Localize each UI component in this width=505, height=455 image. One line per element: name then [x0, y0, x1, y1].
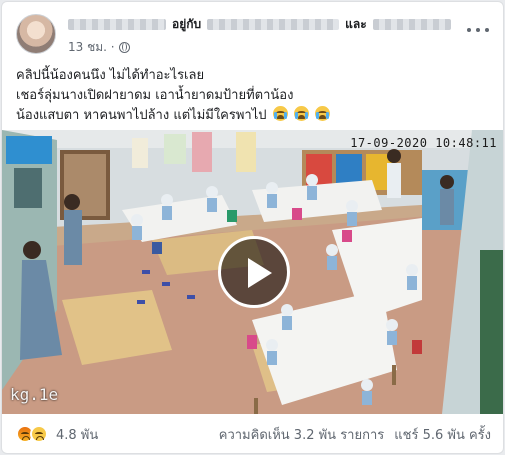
crying-face-emoji-icon: [314, 106, 330, 121]
reaction-count: 4.8 พัน: [56, 427, 99, 443]
post-footer: 4.8 พัน ความคิดเห็น 3.2 พัน รายการ แชร์ …: [2, 414, 503, 453]
sad-reaction-icon: [30, 425, 48, 443]
play-button[interactable]: [218, 236, 290, 308]
post-timestamp: 13 ชม. ·: [68, 38, 130, 57]
crying-face-emoji-icon: [272, 106, 288, 121]
more-horizontal-icon: [467, 28, 471, 32]
more-horizontal-icon: [476, 28, 480, 32]
author-avatar[interactable]: [16, 14, 56, 54]
caption-line-with-emoji: น้องแสบตา หาคนพาไปล้าง แต่ไม่มีใครพาไป: [16, 106, 489, 126]
engagement-stats: ความคิดเห็น 3.2 พัน รายการ แชร์ 5.6 พัน …: [219, 424, 491, 445]
video-watermark: kg.1e: [10, 385, 59, 404]
globe-icon: [118, 42, 130, 53]
caption-line: เชอร์ลุ่มนางเปิดฝายาดม เอาน้ำยาดมป้ายที่…: [16, 88, 294, 103]
caption-line: คลิปนี้น้องคนนึง ไม่ได้ทำอะไรเลย: [16, 68, 205, 83]
post-time[interactable]: 13 ชม. ·: [68, 38, 115, 57]
more-horizontal-icon: [485, 28, 489, 32]
video-timestamp: 17-09-2020 10:48:11: [350, 136, 497, 150]
reactions-summary[interactable]: 4.8 พัน: [16, 424, 98, 445]
author-line: อยู่กับ และ: [68, 15, 451, 33]
redacted-tagged-others[interactable]: [372, 18, 451, 30]
shares-count-link[interactable]: แชร์ 5.6 พัน ครั้ง: [394, 424, 491, 445]
comments-count-link[interactable]: ความคิดเห็น 3.2 พัน รายการ: [219, 424, 384, 445]
video-player[interactable]: 17-09-2020 10:48:11 kg.1e: [2, 130, 503, 414]
with-label: อยู่กับ: [172, 16, 202, 31]
crying-face-emoji-icon: [293, 106, 309, 121]
post-caption: คลิปนี้น้องคนนึง ไม่ได้ทำอะไรเลย เชอร์ลุ…: [16, 66, 489, 126]
post-header: อยู่กับ และ 13 ชม. ·: [16, 14, 489, 56]
more-options-button[interactable]: [467, 20, 489, 40]
and-label: และ: [345, 16, 367, 31]
caption-line: น้องแสบตา หาคนพาไปล้าง แต่ไม่มีใครพาไป: [16, 108, 267, 123]
facebook-post: อยู่กับ และ 13 ชม. · คลิปนี้น้องคนนึง ไม…: [1, 1, 504, 454]
redacted-author-name[interactable]: [68, 18, 166, 30]
redacted-tagged-name[interactable]: [207, 18, 340, 30]
play-icon: [248, 258, 272, 288]
